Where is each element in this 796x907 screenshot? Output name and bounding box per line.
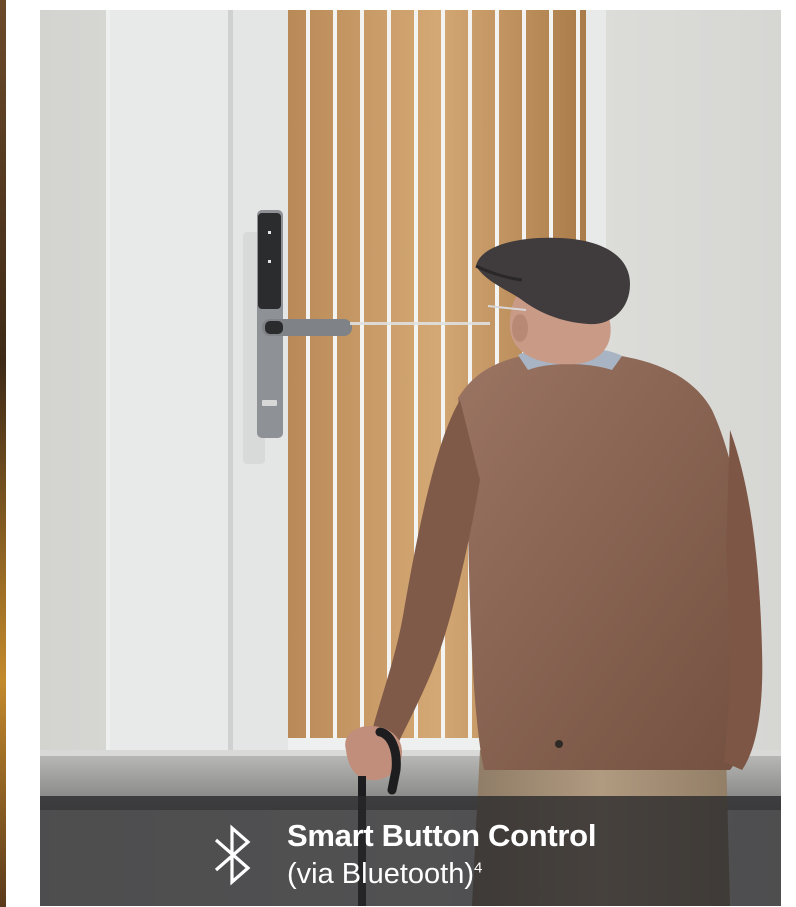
man-ear — [512, 314, 528, 342]
man-sweater — [458, 351, 755, 770]
door-gap — [228, 10, 233, 750]
caption-subtitle: (via Bluetooth)4 — [287, 858, 482, 891]
bluetooth-icon — [214, 824, 251, 886]
door-leaf — [110, 10, 230, 750]
product-promo-frame: Smart Button Control (via Bluetooth)4 — [0, 0, 796, 907]
caption-title: Smart Button Control — [287, 818, 597, 853]
product-photo: Smart Button Control (via Bluetooth)4 — [40, 10, 781, 906]
footnote-marker: 4 — [474, 859, 483, 877]
photo-scene — [40, 10, 781, 906]
adjacent-panel-edge — [0, 0, 6, 907]
caption-subtitle-text: (via Bluetooth) — [287, 858, 474, 890]
caption-bar: Smart Button Control (via Bluetooth)4 — [40, 796, 781, 906]
